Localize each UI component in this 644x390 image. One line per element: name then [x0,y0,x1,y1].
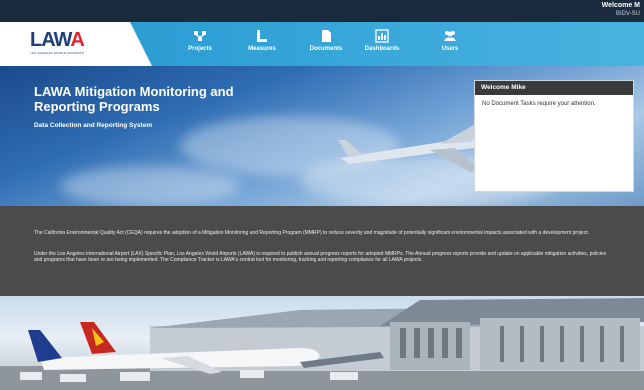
logo-wordmark: LAWA [30,29,85,51]
airport-terminal-image [0,298,644,390]
user-id-text: BIDV-SU [615,11,640,17]
ceqa-paragraph: The California Environmental Quality Act… [34,230,589,236]
projects-icon [194,31,206,41]
info-band: The California Environmental Quality Act… [0,206,644,296]
nav-users[interactable]: Users [418,29,482,52]
main-nav: Projects Measures Documents Dashboards U… [130,22,644,66]
nav-dashboards[interactable]: Dashboards [350,29,414,52]
nav-projects[interactable]: Projects [168,29,232,52]
nav-measures[interactable]: Measures [230,29,294,52]
top-bar: Welcome M BIDV-SU [0,0,644,22]
welcome-card-message: No Document Tasks require your attention… [482,101,596,107]
nav-dashboards-label: Dashboards [364,46,400,52]
nav-measures-label: Measures [248,46,276,52]
welcome-card-heading: Welcome Mike [475,81,633,95]
terminal-photo [0,296,644,390]
lawa-logo[interactable]: LAWA LOS ANGELES WORLD AIRPORTS [30,29,85,55]
nav-documents[interactable]: Documents [294,29,358,52]
dashboards-icon [375,29,389,43]
hero-title: LAWA Mitigation Monitoring and Reporting… [34,84,234,114]
measures-icon [257,30,267,42]
user-welcome[interactable]: Welcome M BIDV-SU [602,2,640,18]
logo-subtitle: LOS ANGELES WORLD AIRPORTS [30,51,84,55]
lax-plan-paragraph: Under the Los Angeles International Airp… [34,251,607,263]
welcome-card: Welcome Mike No Document Tasks require y… [474,80,634,192]
header-row: LAWA LOS ANGELES WORLD AIRPORTS Projects… [0,22,644,66]
hero-subtitle: Data Collection and Reporting System [34,122,153,129]
documents-icon [322,30,331,42]
welcome-text: Welcome M [601,2,640,9]
nav-projects-label: Projects [188,46,212,52]
nav-documents-label: Documents [309,46,343,52]
nav-users-label: Users [441,46,459,52]
users-icon [444,31,456,41]
cloud-shape [60,166,240,206]
